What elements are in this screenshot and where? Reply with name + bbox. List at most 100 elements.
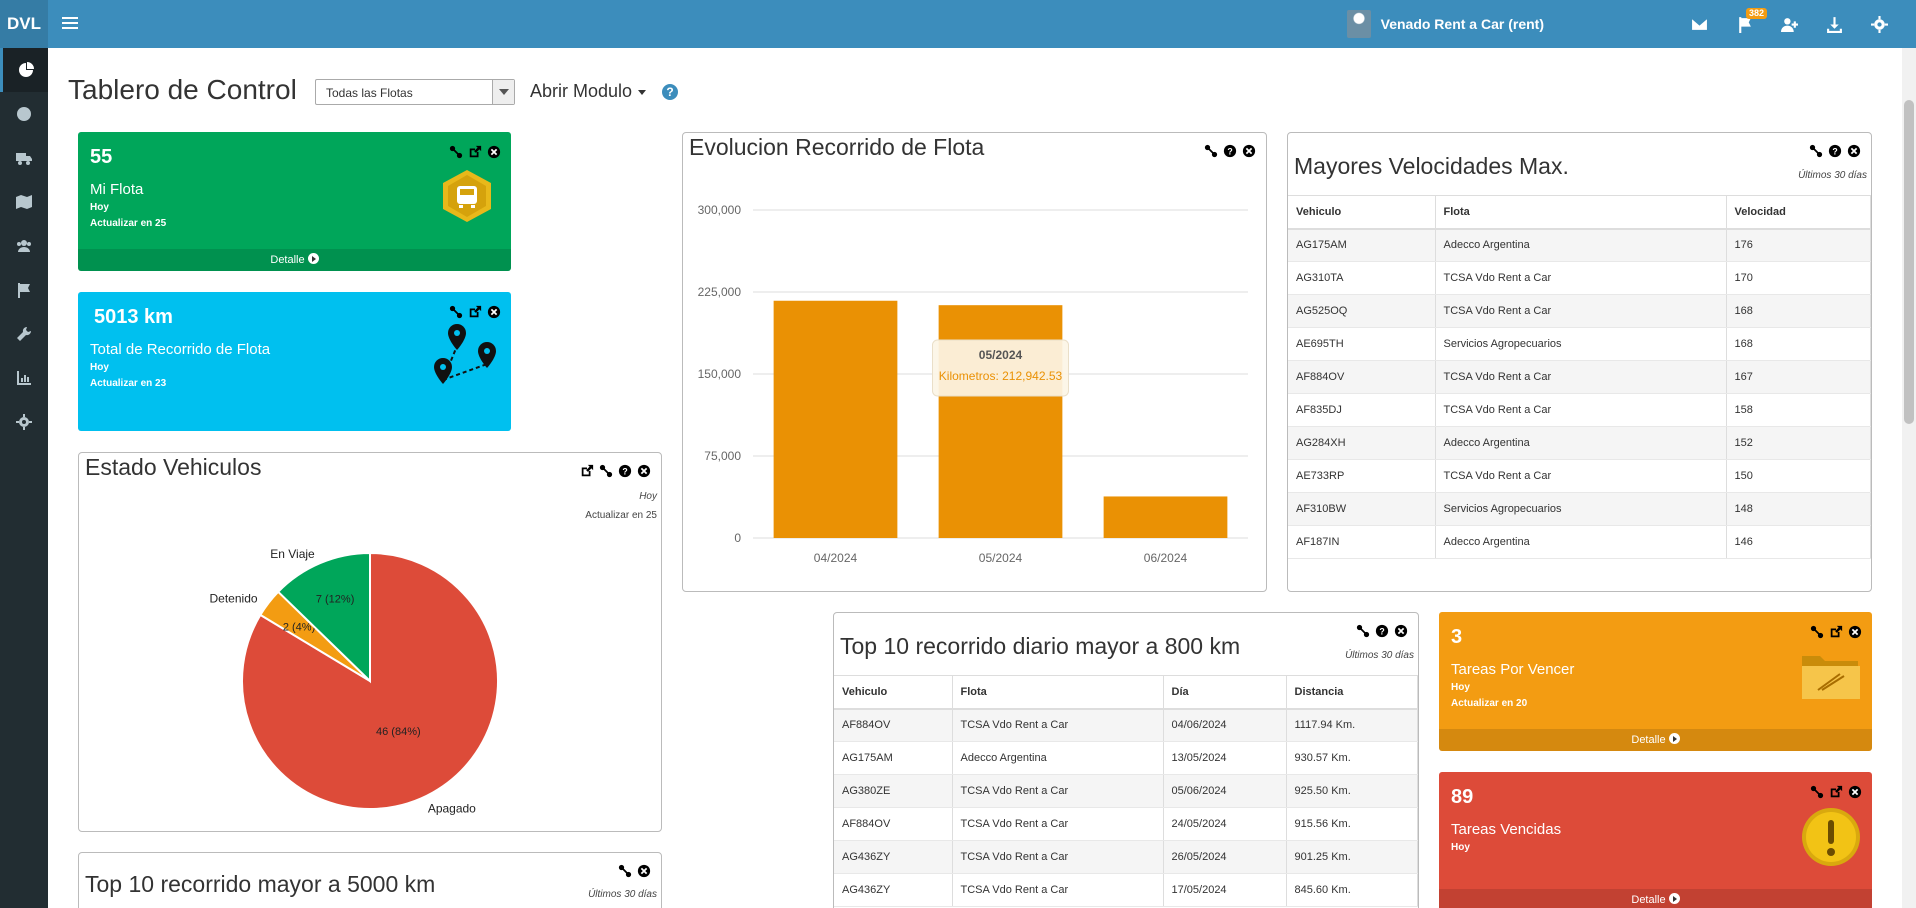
tasks-due-detail-link[interactable]: Detalle bbox=[1439, 729, 1872, 751]
close-icon[interactable] bbox=[486, 304, 501, 319]
table-cell: 04/06/2024 bbox=[1163, 708, 1287, 742]
table-row[interactable]: AG175AM Adecco Argentina 176 bbox=[1288, 228, 1871, 262]
table-row[interactable]: AG436ZY TCSA Vdo Rent a Car 26/05/2024 901.… bbox=[834, 840, 1418, 874]
config-icon[interactable] bbox=[1809, 624, 1824, 639]
fleet-detail-link[interactable]: Detalle bbox=[78, 249, 511, 271]
external-link-icon[interactable] bbox=[1828, 624, 1843, 639]
user-plus-icon[interactable] bbox=[1781, 16, 1798, 33]
flag-icon[interactable] bbox=[0, 268, 48, 312]
page-scrollbar[interactable] bbox=[1902, 48, 1916, 908]
speeds-column-header[interactable]: Vehiculo bbox=[1288, 195, 1436, 230]
speeds-column-header[interactable]: Velocidad bbox=[1726, 195, 1871, 230]
table-row[interactable]: AG310TA TCSA Vdo Rent a Car 170 bbox=[1288, 261, 1871, 295]
table-row[interactable]: AG436ZY TCSA Vdo Rent a Car 17/05/2024 845.… bbox=[834, 873, 1418, 907]
close-icon[interactable] bbox=[486, 144, 501, 159]
table-row[interactable]: AF835DJ TCSA Vdo Rent a Car 158 bbox=[1288, 393, 1871, 427]
slice-category-label: En Viaje bbox=[270, 547, 315, 561]
panel-period: Últimos 30 días bbox=[1345, 650, 1414, 661]
envelope-icon[interactable] bbox=[1691, 16, 1708, 33]
map-icon[interactable] bbox=[0, 180, 48, 224]
fleet-card: 55 Mi Flota Hoy Actualizar en 25 Detalle bbox=[78, 132, 511, 271]
table-row[interactable]: AE733RP TCSA Vdo Rent a Car 150 bbox=[1288, 459, 1871, 493]
daily-column-header[interactable]: Día bbox=[1163, 675, 1287, 710]
chart-icon[interactable] bbox=[0, 356, 48, 400]
table-cell: 915.56 Km. bbox=[1286, 807, 1418, 841]
fleet-select[interactable]: Todas las Flotas bbox=[315, 79, 515, 105]
daily-top-panel: Top 10 recorrido diario mayor a 800 km ?… bbox=[833, 612, 1419, 908]
table-row[interactable]: AF310BW Servicios Agropecuarios 148 bbox=[1288, 492, 1871, 526]
table-cell: TCSA Vdo Rent a Car bbox=[1435, 459, 1727, 493]
external-link-icon[interactable] bbox=[467, 144, 482, 159]
tasks-due-count: 3 bbox=[1451, 626, 1463, 648]
app-logo[interactable]: DVL bbox=[0, 0, 48, 48]
table-cell: TCSA Vdo Rent a Car bbox=[952, 840, 1164, 874]
tasks-overdue-detail-link[interactable]: Detalle bbox=[1439, 889, 1872, 908]
table-row[interactable]: AE695TH Servicios Agropecuarios 168 bbox=[1288, 327, 1871, 361]
download-icon[interactable] bbox=[1826, 16, 1843, 33]
table-row[interactable]: AG525OQ TCSA Vdo Rent a Car 168 bbox=[1288, 294, 1871, 328]
vehicle-status-panel: Estado Vehiculos ? Hoy Actualizar en 25 … bbox=[78, 452, 662, 832]
settings-icon[interactable] bbox=[1871, 15, 1888, 33]
table-cell: TCSA Vdo Rent a Car bbox=[952, 774, 1164, 808]
config-icon[interactable] bbox=[1808, 143, 1823, 158]
globe-icon[interactable] bbox=[0, 92, 48, 136]
daily-column-header[interactable]: Vehiculo bbox=[834, 675, 953, 710]
close-icon[interactable] bbox=[636, 863, 651, 878]
flag-notifications-icon[interactable]: 382 bbox=[1736, 7, 1768, 33]
help-icon[interactable]: ? bbox=[1827, 143, 1842, 158]
chevron-down-icon[interactable] bbox=[492, 80, 514, 104]
table-cell: AF835DJ bbox=[1288, 393, 1436, 427]
open-module-dropdown[interactable]: Abrir Modulo bbox=[530, 81, 647, 102]
table-row[interactable]: AF187IN Adecco Argentina 146 bbox=[1288, 525, 1871, 559]
users-icon[interactable] bbox=[0, 224, 48, 268]
table-cell: 05/06/2024 bbox=[1163, 774, 1287, 808]
close-icon[interactable] bbox=[1393, 623, 1408, 638]
config-icon[interactable] bbox=[617, 863, 632, 878]
account-menu[interactable]: Venado Rent a Car (rent) bbox=[1346, 0, 1544, 48]
tasks-due-card: 3 Tareas Por Vencer Hoy Actualizar en 20… bbox=[1439, 612, 1872, 751]
table-row[interactable]: AF884OV TCSA Vdo Rent a Car 24/05/2024 915.… bbox=[834, 807, 1418, 841]
daily-column-header[interactable]: Flota bbox=[952, 675, 1164, 710]
config-icon[interactable] bbox=[448, 304, 463, 319]
table-row[interactable]: AG175AM Adecco Argentina 13/05/2024 930.57 … bbox=[834, 741, 1418, 775]
table-cell: AF310BW bbox=[1288, 492, 1436, 526]
close-icon[interactable] bbox=[1847, 784, 1862, 799]
help-icon[interactable]: ? bbox=[1374, 623, 1389, 638]
table-cell: AF884OV bbox=[1288, 360, 1436, 394]
page-title: Tablero de Control bbox=[68, 74, 297, 105]
table-cell: AG175AM bbox=[1288, 228, 1436, 262]
dashboard-icon[interactable] bbox=[0, 48, 48, 92]
config-icon[interactable] bbox=[448, 144, 463, 159]
table-cell: AG380ZE bbox=[834, 774, 953, 808]
help-icon[interactable]: ? bbox=[662, 84, 678, 100]
table-row[interactable]: AG380ZE TCSA Vdo Rent a Car 05/06/2024 925.… bbox=[834, 774, 1418, 808]
close-icon[interactable] bbox=[1847, 624, 1862, 639]
tasks-overdue-label: Tareas Vencidas bbox=[1451, 821, 1562, 838]
daily-column-header[interactable]: Distancia bbox=[1286, 675, 1418, 710]
wrench-icon[interactable] bbox=[0, 312, 48, 356]
table-cell: TCSA Vdo Rent a Car bbox=[1435, 261, 1727, 295]
external-link-icon[interactable] bbox=[1828, 784, 1843, 799]
table-cell: 152 bbox=[1726, 426, 1871, 460]
close-icon[interactable] bbox=[1846, 143, 1861, 158]
table-row[interactable]: AF884OV TCSA Vdo Rent a Car 04/06/2024 1117… bbox=[834, 708, 1418, 742]
external-link-icon[interactable] bbox=[467, 304, 482, 319]
table-cell: Servicios Agropecuarios bbox=[1435, 327, 1727, 361]
config-icon[interactable] bbox=[1355, 623, 1370, 638]
menu-toggle-icon[interactable] bbox=[62, 14, 78, 34]
table-row[interactable]: AG284XH Adecco Argentina 152 bbox=[1288, 426, 1871, 460]
tasks-overdue-period: Hoy bbox=[1451, 842, 1470, 853]
y-tick-label: 150,000 bbox=[698, 367, 742, 381]
table-row[interactable]: AF884OV TCSA Vdo Rent a Car 167 bbox=[1288, 360, 1871, 394]
y-tick-label: 0 bbox=[734, 531, 741, 545]
truck-icon[interactable] bbox=[0, 136, 48, 180]
table-cell: AF187IN bbox=[1288, 525, 1436, 559]
gear-icon[interactable] bbox=[0, 400, 48, 444]
bar bbox=[1103, 496, 1228, 538]
config-icon[interactable] bbox=[1809, 784, 1824, 799]
speeds-column-header[interactable]: Flota bbox=[1435, 195, 1727, 230]
table-cell: 925.50 Km. bbox=[1286, 774, 1418, 808]
panel-title: Top 10 recorrido diario mayor a 800 km bbox=[840, 633, 1241, 659]
distance-value: 5013 km bbox=[94, 306, 173, 328]
route-pins-icon bbox=[434, 324, 496, 384]
